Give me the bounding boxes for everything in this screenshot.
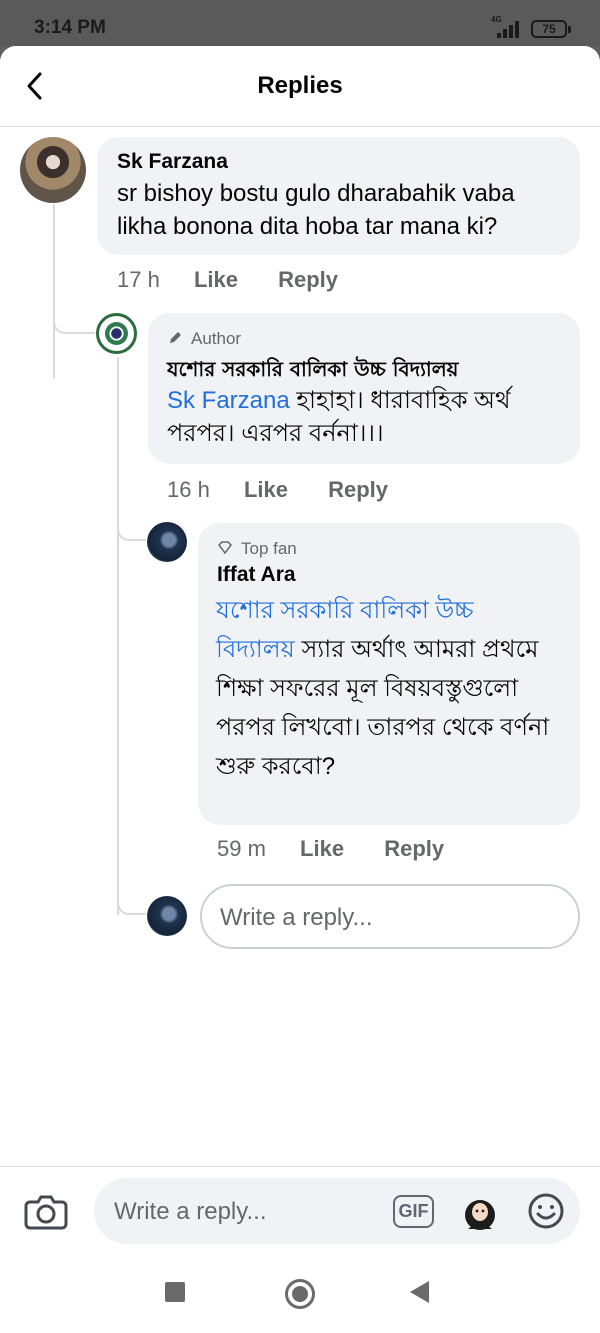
reply-button[interactable]: Reply	[278, 267, 338, 292]
top-fan-badge: Top fan	[241, 539, 297, 558]
author-badge: Author	[191, 329, 242, 348]
thread-line	[53, 204, 55, 378]
comment-author[interactable]: Iffat Ara	[217, 563, 296, 587]
avatar[interactable]	[20, 137, 86, 203]
like-button[interactable]: Like	[300, 836, 344, 861]
comment-actions: 59 m Like Reply	[217, 836, 478, 862]
avatar-sticker-icon[interactable]	[462, 1191, 498, 1231]
avatar[interactable]	[96, 313, 137, 354]
composer-input[interactable]: Write a reply...	[94, 1178, 580, 1244]
comment-actions: 17 h Like Reply	[117, 267, 372, 293]
comment-time: 17 h	[117, 267, 160, 292]
comment-actions: 16 h Like Reply	[167, 477, 422, 503]
replies-sheet: Replies Sk Farzana sr bishoy bostu gulo …	[0, 46, 600, 1333]
avatar[interactable]	[147, 522, 187, 562]
comment-time: 16 h	[167, 477, 210, 502]
comment-text: যশোর সরকারি বালিকা উচ্চ বিদ্যালয় স্যার …	[216, 591, 551, 786]
status-time: 3:14 PM	[34, 17, 106, 38]
avatar	[147, 896, 187, 936]
pencil-icon	[170, 332, 181, 343]
reply-button[interactable]: Reply	[384, 836, 444, 861]
reply-button[interactable]: Reply	[328, 477, 388, 502]
reply-input[interactable]: Write a reply...	[200, 884, 580, 949]
battery-icon: 75	[531, 20, 571, 38]
thread-line	[117, 357, 119, 915]
emoji-icon[interactable]	[527, 1192, 565, 1230]
diamond-icon	[218, 541, 232, 555]
status-bar: 3:14 PM 4G 75	[0, 0, 600, 46]
thread-connector	[53, 316, 95, 334]
home-icon[interactable]	[285, 1279, 315, 1309]
gif-button[interactable]: GIF	[393, 1195, 434, 1228]
thread-connector	[117, 523, 146, 541]
comment-text: sr bishoy bostu gulo dharabahik vaba lik…	[117, 180, 515, 240]
header: Replies	[0, 46, 600, 127]
comment-time: 59 m	[217, 836, 266, 861]
comment-text: Sk Farzana হাহাহা। ধারাবাহিক অর্থ পরপর। …	[167, 384, 557, 450]
navigation-bar	[0, 1254, 600, 1333]
like-button[interactable]: Like	[244, 477, 288, 502]
signal-icon	[497, 20, 521, 38]
like-button[interactable]: Like	[194, 267, 238, 292]
back-icon[interactable]	[410, 1281, 429, 1303]
page-title: Replies	[257, 72, 343, 99]
camera-icon[interactable]	[24, 1192, 68, 1230]
thread-connector	[117, 897, 146, 915]
mention-link[interactable]: Sk Farzana	[167, 387, 290, 414]
composer-bar: Write a reply... GIF	[0, 1166, 600, 1253]
comment-author[interactable]: Sk Farzana	[117, 150, 228, 174]
recent-apps-icon[interactable]	[165, 1282, 185, 1302]
